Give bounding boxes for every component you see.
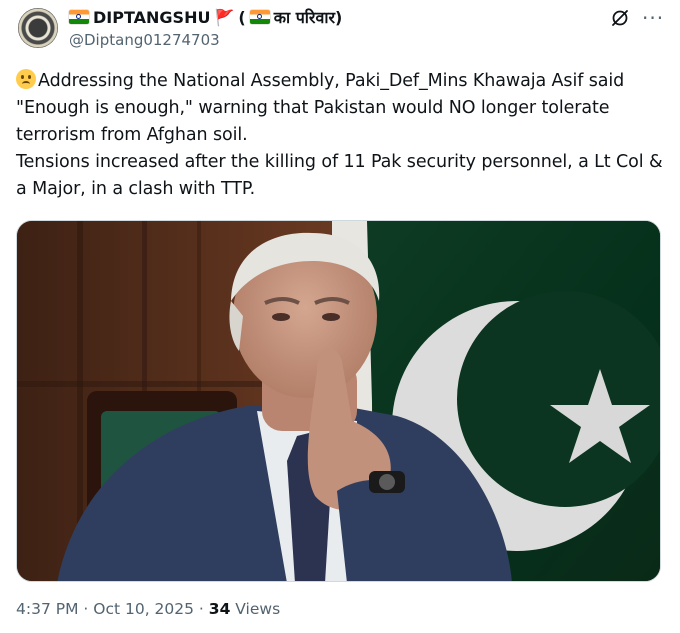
india-flag-icon: [69, 10, 89, 24]
tweet-line-1: Addressing the National Assembly, Paki_D…: [16, 71, 625, 145]
tweet-time[interactable]: 4:37 PM: [16, 600, 78, 618]
author-handle[interactable]: @Diptang01274703: [69, 31, 220, 49]
avatar[interactable]: [18, 8, 58, 48]
india-flag-icon-2: [249, 10, 270, 24]
tweet-meta: 4:37 PM · Oct 10, 2025 · 34 Views: [16, 600, 280, 618]
photo-illustration: [17, 221, 660, 581]
display-name[interactable]: DIPTANGSHU: [93, 8, 210, 27]
meta-separator-2: ·: [194, 600, 209, 618]
family-tag-open: (: [238, 7, 246, 27]
tweet-paragraph-1: Addressing the National Assembly, Paki_D…: [16, 68, 666, 149]
tweet-text: Addressing the National Assembly, Paki_D…: [16, 68, 666, 203]
author-name-row[interactable]: DIPTANGSHU 🚩 ( का परिवार): [69, 6, 342, 28]
meta-separator: ·: [78, 600, 94, 618]
views-label: Views: [230, 600, 281, 618]
more-icon[interactable]: ···: [642, 6, 664, 30]
family-tag-text: का परिवार): [273, 8, 343, 27]
tweet-date[interactable]: Oct 10, 2025: [93, 600, 194, 618]
sad-face-icon: [16, 69, 36, 89]
grok-icon[interactable]: [610, 8, 630, 28]
tweet-photo[interactable]: [16, 220, 661, 582]
red-flag-icon: 🚩: [214, 7, 235, 27]
tweet-paragraph-2: Tensions increased after the killing of …: [16, 152, 663, 199]
views-count: 34: [208, 600, 231, 618]
